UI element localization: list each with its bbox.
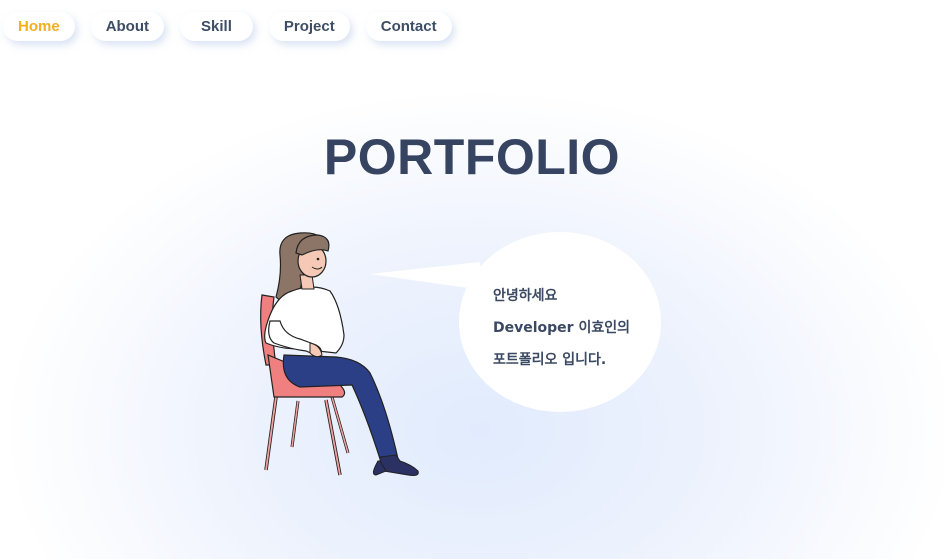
nav-project[interactable]: Project — [268, 12, 350, 41]
nav-home[interactable]: Home — [3, 12, 75, 41]
chair-leg — [291, 400, 299, 448]
greeting-line-2: Developer 이효인의 — [493, 320, 630, 336]
eye — [316, 257, 320, 261]
greeting-text: 안녕하세요 Developer 이효인의 포트폴리오 입니다. — [493, 280, 630, 376]
page-title: PORTFOLIO — [323, 129, 621, 185]
greeting-line-1: 안녕하세요 — [493, 288, 558, 304]
chair-leg — [265, 396, 277, 471]
nav-contact[interactable]: Contact — [365, 12, 452, 41]
nav-skill[interactable]: Skill — [180, 12, 253, 41]
pants — [282, 354, 399, 460]
greeting-line-3: 포트폴리오 입니다. — [493, 352, 607, 368]
chair-leg — [325, 399, 341, 476]
shoe — [379, 454, 419, 476]
page: Home About Skill Project Contact PORTFOL… — [0, 0, 944, 559]
nav-about[interactable]: About — [90, 12, 165, 41]
top-nav: Home About Skill Project Contact — [3, 12, 452, 41]
